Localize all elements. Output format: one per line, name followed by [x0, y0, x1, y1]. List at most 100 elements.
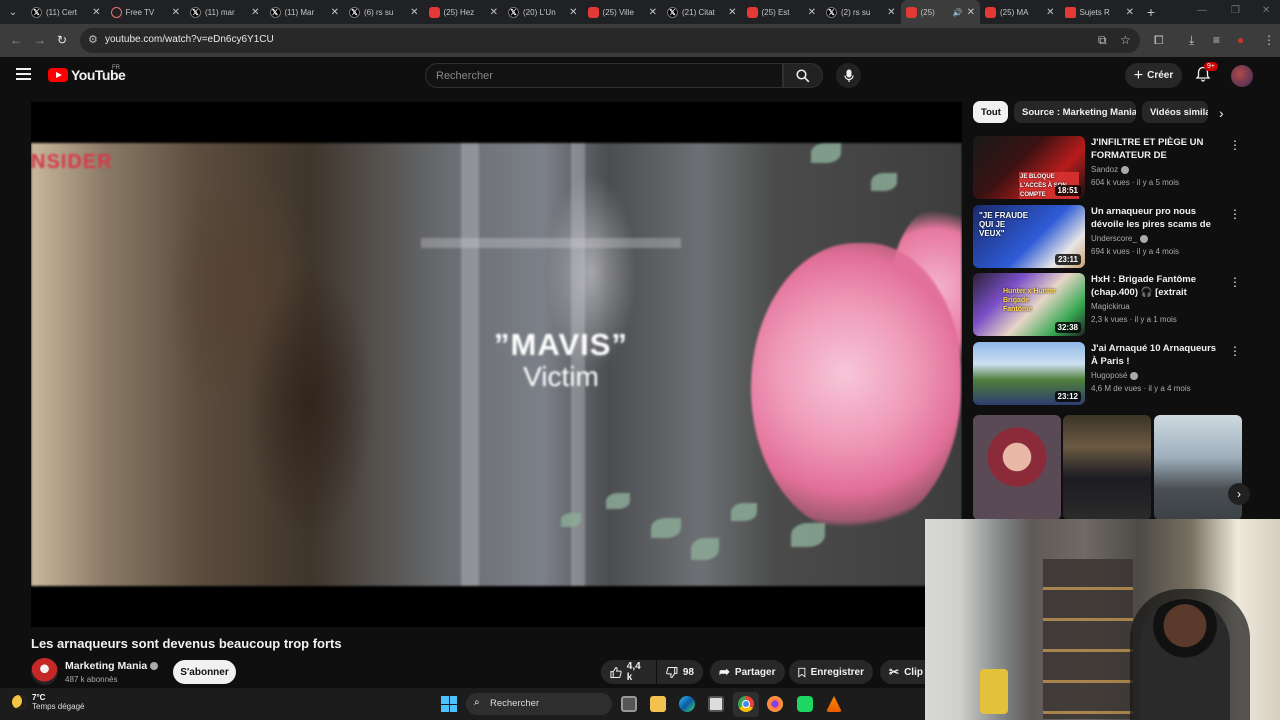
hamburger-menu-icon[interactable] — [16, 68, 31, 80]
close-tab-icon[interactable]: ✕ — [1046, 7, 1054, 18]
youtube-logo[interactable]: YouTube FR — [48, 65, 126, 83]
subscribe-button[interactable]: S'abonner — [173, 660, 236, 684]
more-options-icon[interactable]: ⋮ — [1229, 345, 1241, 357]
browser-tab[interactable]: 𝕏 (2) rs su ✕ — [821, 0, 901, 24]
extensions-icon[interactable]: ⧠ — [1154, 33, 1164, 48]
taskbar-search[interactable]: ⌕ Rechercher — [466, 693, 612, 715]
minimize-icon[interactable]: — — [1197, 5, 1207, 16]
browser-tab[interactable]: 𝕏 (11) Mar ✕ — [265, 0, 345, 24]
channel-watermark: NSIDER — [31, 151, 113, 173]
channel-avatar[interactable] — [31, 658, 58, 685]
recommendation-item[interactable]: JE BLOQUE L'ACCÈS À SON COMPTE BANCAIRE … — [973, 136, 1241, 200]
recommendation-meta: 2,3 k vues · il y a 1 mois — [1091, 315, 1177, 324]
like-button[interactable]: 4,4 k — [601, 660, 656, 684]
video-thumbnail[interactable]: "JE FRAUDE QUI JE VEUX" 23:11 — [973, 205, 1085, 268]
streaming-app-icon[interactable] — [797, 696, 813, 712]
browser-menu-icon[interactable]: ⋮ — [1263, 33, 1275, 47]
close-tab-icon[interactable]: ✕ — [967, 7, 975, 18]
browser-tab[interactable]: Sujets R ✕ — [1060, 0, 1140, 24]
close-tab-icon[interactable]: ✕ — [1126, 7, 1134, 18]
chip-all[interactable]: Tout — [973, 101, 1008, 123]
new-tab-plus-icon[interactable]: + — [1139, 4, 1163, 20]
voice-search-button[interactable] — [836, 63, 861, 88]
share-button[interactable]: ➦ Partager — [710, 660, 785, 684]
browser-tab[interactable]: 𝕏 (11) mar ✕ — [185, 0, 265, 24]
close-window-icon[interactable]: ✕ — [1262, 5, 1270, 16]
close-tab-icon[interactable]: ✕ — [887, 7, 895, 18]
maximize-icon[interactable]: ❐ — [1231, 5, 1240, 16]
tab-search-chevron-icon[interactable]: ⌄ — [0, 0, 26, 24]
store-icon[interactable] — [708, 696, 724, 712]
close-tab-icon[interactable]: ✕ — [92, 7, 100, 18]
forward-arrow-icon[interactable]: → — [34, 33, 46, 47]
search-button[interactable] — [783, 63, 823, 88]
close-tab-icon[interactable]: ✕ — [410, 7, 418, 18]
short-thumbnail[interactable] — [1063, 415, 1151, 520]
browser-tab[interactable]: (25) Ville ✕ — [583, 0, 663, 24]
search-input[interactable]: Rechercher — [425, 63, 783, 88]
chevron-right-icon[interactable]: › — [1219, 105, 1224, 121]
chrome-icon[interactable] — [738, 696, 754, 712]
dislike-button[interactable]: 98 — [657, 660, 703, 684]
download-icon[interactable]: ⤓ — [1189, 33, 1194, 48]
install-app-icon[interactable]: ⧉ — [1098, 33, 1107, 48]
browser-tab[interactable]: (25) MA ✕ — [980, 0, 1060, 24]
edge-icon[interactable] — [679, 696, 695, 712]
close-tab-icon[interactable]: ✕ — [172, 7, 180, 18]
browser-tab[interactable]: (25) Est ✕ — [742, 0, 822, 24]
notifications-button[interactable]: 9+ — [1195, 62, 1218, 87]
save-button[interactable]: Enregistrer — [789, 660, 873, 684]
short-thumbnail[interactable] — [1154, 415, 1242, 520]
reload-icon[interactable]: ↻ — [57, 33, 67, 47]
account-avatar[interactable] — [1231, 65, 1253, 87]
recommendation-item[interactable]: "JE FRAUDE QUI JE VEUX" 23:11 Un arnaque… — [973, 205, 1241, 269]
media-controls-icon[interactable]: ≡ — [1213, 33, 1220, 47]
video-thumbnail[interactable]: JE BLOQUE L'ACCÈS À SON COMPTE BANCAIRE … — [973, 136, 1085, 199]
video-thumbnail[interactable]: Hunter x Hunter Brigade Fantôme 32:38 — [973, 273, 1085, 336]
create-button[interactable]: + Créer — [1125, 63, 1182, 88]
task-view-icon[interactable] — [621, 696, 637, 712]
clip-button[interactable]: ✂ Clip — [880, 660, 925, 684]
browser-tab[interactable]: Free TV ✕ — [106, 0, 186, 24]
more-options-icon[interactable]: ⋮ — [1229, 208, 1241, 220]
create-label: Créer — [1147, 70, 1174, 81]
channel-name[interactable]: Marketing Mania — [65, 660, 159, 672]
youtube-play-icon — [48, 68, 68, 82]
more-options-icon[interactable]: ⋮ — [1229, 139, 1241, 151]
browser-tab[interactable]: 𝕏 (11) Cert ✕ — [26, 0, 106, 24]
omnibox[interactable]: ⚙ youtube.com/watch?v=eDn6cy6Y1CU — [80, 28, 1140, 53]
browser-tab[interactable]: (25) 🔊 ✕ — [900, 0, 980, 24]
close-tab-icon[interactable]: ✕ — [251, 7, 259, 18]
short-thumbnail[interactable] — [973, 415, 1061, 520]
video-player[interactable]: NSIDER ”MAVIS” Victim — [31, 102, 962, 627]
close-tab-icon[interactable]: ✕ — [728, 7, 736, 18]
file-explorer-icon[interactable] — [650, 696, 666, 712]
close-tab-icon[interactable]: ✕ — [331, 7, 339, 18]
chip-similar[interactable]: Vidéos simila — [1142, 101, 1208, 123]
weather-widget[interactable]: 7°C Temps dégagé — [12, 693, 84, 711]
more-options-icon[interactable]: ⋮ — [1229, 276, 1241, 288]
close-tab-icon[interactable]: ✕ — [490, 7, 498, 18]
vlc-icon[interactable] — [826, 696, 842, 712]
browser-tab[interactable]: (25) Hez ✕ — [424, 0, 504, 24]
site-info-icon[interactable]: ⚙ — [88, 33, 98, 46]
video-caption: ”MAVIS” Victim — [471, 328, 651, 392]
close-tab-icon[interactable]: ✕ — [808, 7, 816, 18]
browser-tab[interactable]: 𝕏 (6) rs su ✕ — [344, 0, 424, 24]
recommendation-item[interactable]: Hunter x Hunter Brigade Fantôme 32:38 Hx… — [973, 273, 1241, 337]
browser-tab[interactable]: 𝕏 (20) L'Un ✕ — [503, 0, 583, 24]
bookmark-star-icon[interactable]: ☆ — [1120, 33, 1131, 47]
profile-icon[interactable]: ● — [1237, 33, 1244, 47]
browser-tab[interactable]: 𝕏 (21) Citat ✕ — [662, 0, 742, 24]
close-tab-icon[interactable]: ✕ — [569, 7, 577, 18]
back-arrow-icon[interactable]: ← — [10, 33, 22, 47]
shorts-next-arrow-icon[interactable]: › — [1228, 483, 1250, 505]
recommendation-item[interactable]: 23:12 J'ai Arnaqué 10 Arnaqueurs À Paris… — [973, 342, 1241, 406]
firefox-icon[interactable] — [767, 696, 783, 712]
windows-start-icon[interactable] — [441, 696, 457, 712]
speaker-icon[interactable]: 🔊 — [953, 8, 963, 17]
close-tab-icon[interactable]: ✕ — [649, 7, 657, 18]
youtube-icon — [985, 6, 996, 18]
chip-source[interactable]: Source : Marketing Mania — [1014, 101, 1136, 123]
video-thumbnail[interactable]: 23:12 — [973, 342, 1085, 405]
